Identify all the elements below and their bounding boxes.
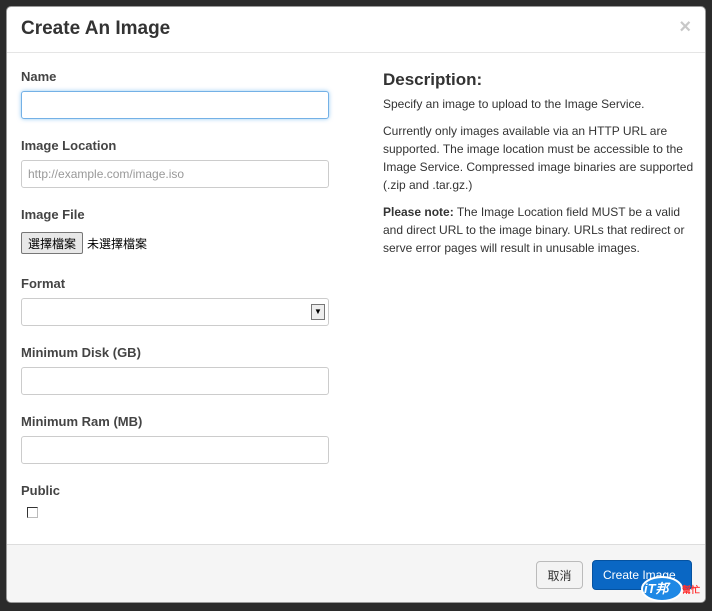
description-note: Please note: The Image Location field MU…: [383, 203, 695, 257]
watermark-text: iT邦: [644, 581, 669, 596]
ithelp-watermark-logo: iT邦 幫忙: [640, 572, 710, 606]
format-label: Format: [21, 276, 66, 291]
description-paragraph-1: Specify an image to upload to the Image …: [383, 97, 645, 111]
public-checkbox[interactable]: [27, 507, 38, 518]
minimum-ram-label: Minimum Ram (MB): [21, 414, 143, 429]
public-label: Public: [21, 483, 61, 498]
image-form: Name Image Location Image File 選擇檔案 未選擇檔…: [21, 69, 331, 518]
cancel-button[interactable]: 取消: [536, 561, 583, 589]
image-file-picker: 選擇檔案 未選擇檔案: [21, 229, 331, 257]
dialog-title: Create An Image: [21, 18, 171, 39]
format-select[interactable]: ▼: [21, 298, 329, 326]
create-image-dialog: Create An Image × Name Image Location Im…: [6, 6, 706, 603]
image-file-label: Image File: [21, 207, 85, 222]
file-status-text: 未選擇檔案: [87, 236, 148, 251]
description-panel: Description: Specify an image to upload …: [383, 69, 695, 266]
close-icon[interactable]: ×: [679, 16, 691, 39]
minimum-disk-input[interactable]: [21, 367, 329, 395]
image-location-input[interactable]: [21, 160, 329, 188]
chevron-down-icon[interactable]: ▼: [311, 304, 325, 320]
name-label: Name: [21, 69, 57, 84]
dialog-header: Create An Image ×: [7, 7, 705, 53]
note-label: Please note:: [383, 205, 454, 219]
dialog-footer: 取消 Create Image: [7, 544, 705, 602]
description-heading: Description:: [383, 70, 483, 89]
name-input[interactable]: [21, 91, 329, 119]
choose-file-button[interactable]: 選擇檔案: [21, 232, 84, 254]
description-paragraph-2: Currently only images available via an H…: [383, 124, 694, 192]
image-location-label: Image Location: [21, 138, 117, 153]
watermark-text-secondary: 幫忙: [682, 585, 701, 595]
minimum-ram-input[interactable]: [21, 436, 329, 464]
minimum-disk-label: Minimum Disk (GB): [21, 345, 141, 360]
